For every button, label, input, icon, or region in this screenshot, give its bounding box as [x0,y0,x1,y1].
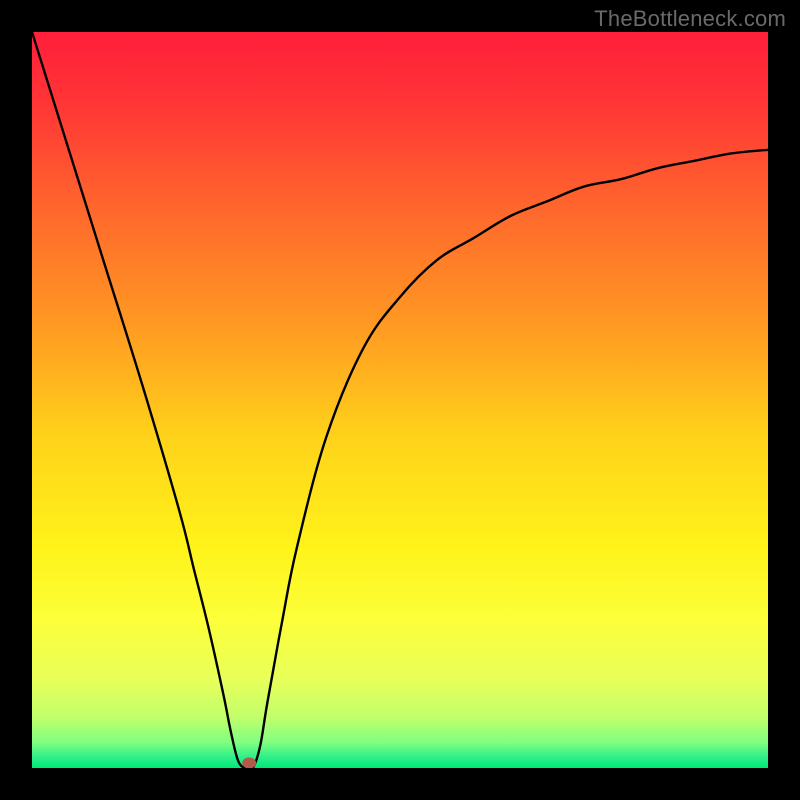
outer-frame: TheBottleneck.com [0,0,800,800]
curve-layer [32,32,768,768]
watermark-text: TheBottleneck.com [594,6,786,32]
bottleneck-curve [32,32,768,768]
minimum-marker [242,758,256,769]
plot-area [32,32,768,768]
